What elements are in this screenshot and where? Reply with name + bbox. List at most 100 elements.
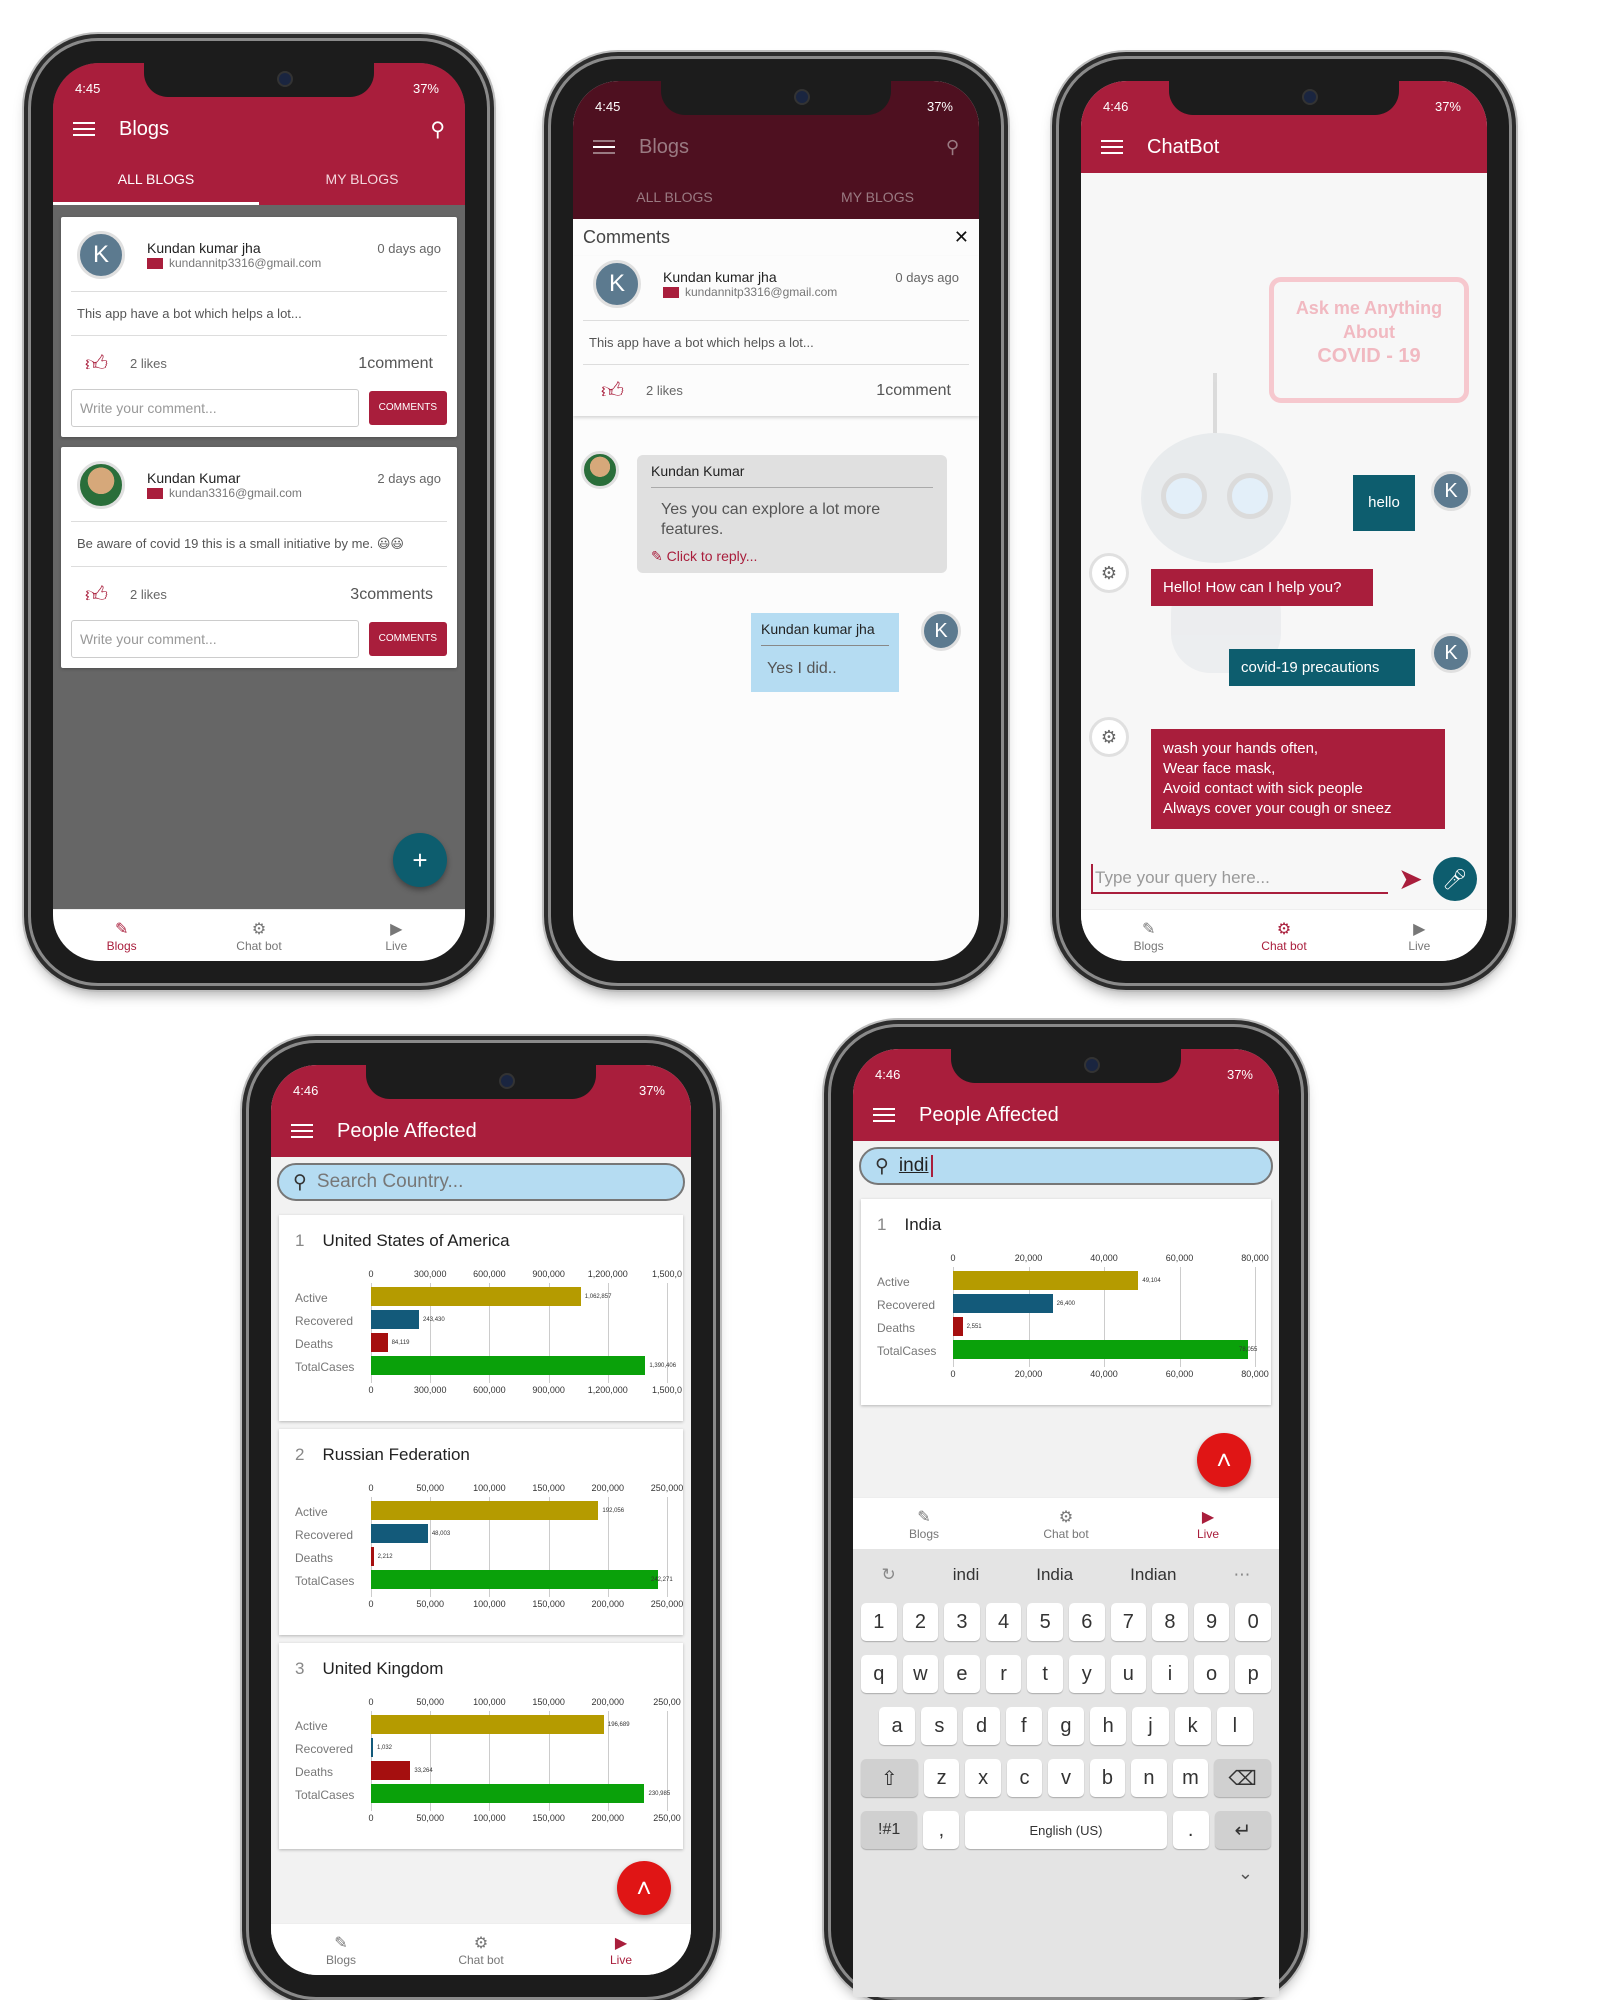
nav-chatbot[interactable]: ⚙ Chat bot: [190, 910, 327, 961]
key-u[interactable]: u: [1110, 1655, 1147, 1693]
status-battery: 37%: [926, 98, 953, 114]
nav-live[interactable]: ▶ Live: [551, 1924, 691, 1975]
blogs-icon: ✎: [334, 1934, 348, 1952]
key-1[interactable]: 1: [861, 1603, 897, 1641]
nav-chatbot-label: Chat bot: [458, 1952, 504, 1967]
nav-chatbot[interactable]: ⚙ Chat bot: [1216, 910, 1351, 961]
value-label: 48,003: [431, 1531, 451, 1537]
enter-key[interactable]: ↵: [1214, 1811, 1272, 1849]
period-key[interactable]: .: [1172, 1811, 1209, 1849]
key-g[interactable]: g: [1047, 1707, 1085, 1745]
key-6[interactable]: 6: [1068, 1603, 1105, 1641]
key-b[interactable]: b: [1089, 1759, 1126, 1797]
search-icon: ⚲: [945, 136, 959, 157]
tab-all-blogs[interactable]: ALL BLOGS: [53, 155, 259, 205]
send-icon[interactable]: ➤: [1398, 862, 1423, 897]
comments-button[interactable]: COMMENTS: [368, 391, 447, 425]
more-icon[interactable]: ⋯: [1233, 1565, 1250, 1585]
search-icon[interactable]: ⚲: [430, 117, 445, 142]
nav-blogs[interactable]: ✎ Blogs: [1081, 910, 1216, 961]
suggestion[interactable]: India: [1036, 1565, 1073, 1585]
nav-live[interactable]: ▶ Live: [328, 910, 465, 961]
value-label: 2,212: [377, 1554, 393, 1560]
key-e[interactable]: e: [944, 1655, 980, 1693]
like-icon[interactable]: 👍︎: [85, 350, 108, 377]
backspace-key[interactable]: ⌫: [1214, 1759, 1271, 1797]
comments-button[interactable]: COMMENTS: [368, 622, 447, 656]
key-z[interactable]: z: [923, 1759, 960, 1797]
key-2[interactable]: 2: [902, 1603, 939, 1641]
space-key[interactable]: English (US): [965, 1811, 1167, 1849]
key-c[interactable]: c: [1006, 1759, 1043, 1797]
key-4[interactable]: 4: [985, 1603, 1022, 1641]
key-s[interactable]: s: [921, 1707, 958, 1745]
comment-count[interactable]: 3comments: [350, 586, 433, 604]
country-chart: 0 0 50,000 50,000 100,000 100,000 150,000 150,0…: [289, 1693, 681, 1843]
country-chart: 0 0 50,000 50,000 100,000 100,000 150,000 150,0…: [289, 1479, 683, 1629]
nav-blogs[interactable]: ✎ Blogs: [853, 1498, 995, 1549]
key-v[interactable]: v: [1048, 1759, 1084, 1797]
tick-label: 0: [368, 1269, 374, 1279]
key-l[interactable]: l: [1216, 1707, 1253, 1745]
country-search[interactable]: ⚲ Search Country...: [277, 1163, 685, 1201]
mic-button[interactable]: 🎤︎: [1433, 857, 1477, 901]
key-i[interactable]: i: [1152, 1655, 1188, 1693]
key-r[interactable]: r: [985, 1655, 1022, 1693]
comment-input[interactable]: Write your comment...: [71, 389, 359, 427]
query-input[interactable]: Type your query here...: [1091, 864, 1388, 894]
like-icon[interactable]: 👍︎: [85, 581, 108, 608]
suggestion[interactable]: indi: [953, 1565, 979, 1585]
key-p[interactable]: p: [1235, 1655, 1271, 1693]
key-8[interactable]: 8: [1152, 1603, 1188, 1641]
like-icon[interactable]: 👍︎: [601, 377, 624, 404]
key-k[interactable]: k: [1174, 1707, 1211, 1745]
nav-live[interactable]: ▶ Live: [1352, 910, 1487, 961]
key-d[interactable]: d: [963, 1707, 1000, 1745]
comment-count[interactable]: 1comment: [358, 355, 433, 373]
blogs-icon: ✎: [917, 1508, 931, 1526]
key-n[interactable]: n: [1131, 1759, 1167, 1797]
key-a[interactable]: a: [879, 1707, 916, 1745]
key-7[interactable]: 7: [1110, 1603, 1147, 1641]
search-input[interactable]: indi: [899, 1155, 933, 1177]
key-w[interactable]: w: [902, 1655, 939, 1693]
tick-label: 0: [950, 1253, 956, 1263]
key-5[interactable]: 5: [1027, 1603, 1063, 1641]
nav-blogs[interactable]: ✎ Blogs: [53, 910, 190, 961]
menu-icon[interactable]: [873, 1108, 895, 1122]
country-search[interactable]: ⚲ indi: [859, 1147, 1273, 1185]
nav-blogs[interactable]: ✎ Blogs: [271, 1924, 411, 1975]
suggestion[interactable]: Indian: [1130, 1565, 1176, 1585]
key-t[interactable]: t: [1027, 1655, 1063, 1693]
search-input[interactable]: Search Country...: [317, 1171, 463, 1193]
key-3[interactable]: 3: [944, 1603, 980, 1641]
key-h[interactable]: h: [1090, 1707, 1127, 1745]
key-0[interactable]: 0: [1235, 1603, 1271, 1641]
symbols-key[interactable]: !#1: [861, 1811, 918, 1849]
nav-chatbot[interactable]: ⚙ Chat bot: [995, 1498, 1137, 1549]
key-x[interactable]: x: [965, 1759, 1001, 1797]
key-m[interactable]: m: [1172, 1759, 1209, 1797]
key-q[interactable]: q: [861, 1655, 897, 1693]
nav-chatbot[interactable]: ⚙ Chat bot: [411, 1924, 551, 1975]
menu-icon[interactable]: [291, 1124, 313, 1138]
key-j[interactable]: j: [1132, 1707, 1169, 1745]
clipboard-icon[interactable]: ↻: [882, 1565, 896, 1585]
add-post-button[interactable]: +: [393, 833, 447, 887]
menu-icon[interactable]: [73, 122, 95, 136]
key-y[interactable]: y: [1068, 1655, 1105, 1693]
hide-keyboard-icon[interactable]: ⌄: [853, 1863, 1279, 1884]
scroll-top-button[interactable]: ˄: [617, 1861, 671, 1915]
close-icon[interactable]: ✕: [954, 227, 969, 248]
reply-link[interactable]: ✎ Click to reply...: [651, 548, 933, 565]
comma-key[interactable]: ,: [923, 1811, 960, 1849]
tab-my-blogs[interactable]: MY BLOGS: [259, 155, 465, 205]
key-f[interactable]: f: [1005, 1707, 1042, 1745]
scroll-top-button[interactable]: ˄: [1197, 1433, 1251, 1487]
menu-icon[interactable]: [1101, 140, 1123, 154]
key-o[interactable]: o: [1193, 1655, 1230, 1693]
nav-live[interactable]: ▶ Live: [1137, 1498, 1279, 1549]
comment-input[interactable]: Write your comment...: [71, 620, 359, 658]
key-9[interactable]: 9: [1193, 1603, 1230, 1641]
shift-key[interactable]: ⇧: [861, 1759, 918, 1797]
